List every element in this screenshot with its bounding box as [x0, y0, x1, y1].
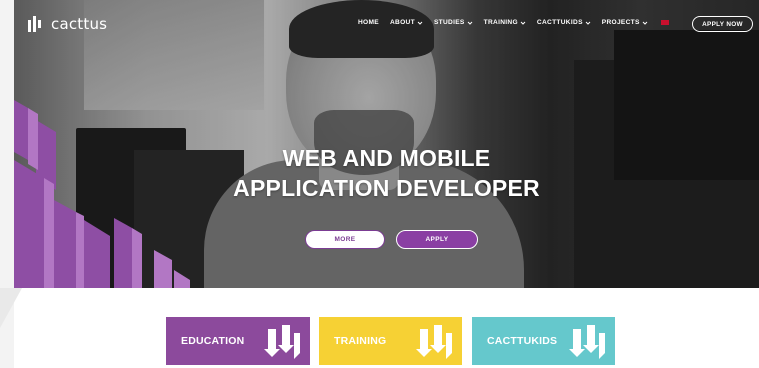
tile-cacttukids[interactable]: CACTTUKIDS	[472, 317, 615, 365]
nav-training-label: TRAINING	[483, 19, 518, 26]
nav-home-label: HOME	[358, 19, 379, 26]
tile-cacttukids-label: CACTTUKIDS	[487, 335, 558, 347]
tile-education[interactable]: EDUCATION	[166, 317, 310, 365]
albanian-flag-icon[interactable]	[660, 20, 669, 25]
cacttus-arrows-icon	[569, 325, 605, 359]
chevron-down-icon	[642, 21, 648, 25]
main-menu: HOME ABOUT STUDIES TRAINING CACTTUKIDS P…	[358, 19, 669, 26]
top-navigation: cacttus HOME ABOUT STUDIES TRAINING CACT…	[14, 0, 759, 48]
nav-training[interactable]: TRAINING	[484, 19, 526, 26]
cacttus-arrows-icon	[264, 325, 300, 359]
tile-education-label: EDUCATION	[181, 335, 245, 347]
chevron-down-icon	[585, 21, 591, 25]
chevron-down-icon	[467, 21, 472, 25]
hero-banner: cacttus HOME ABOUT STUDIES TRAINING CACT…	[14, 0, 759, 288]
apply-button[interactable]: APPLY	[396, 230, 478, 249]
hero-title-line1: WEB AND MOBILE	[282, 145, 491, 171]
nav-about-label: ABOUT	[389, 19, 415, 26]
nav-cacttukids[interactable]: CACTTUKIDS	[537, 19, 591, 26]
tile-training[interactable]: TRAINING	[319, 317, 462, 365]
nav-studies-label: STUDIES	[433, 19, 465, 26]
chevron-down-icon	[520, 21, 526, 25]
nav-studies[interactable]: STUDIES	[434, 19, 473, 26]
page-left-wedge	[0, 288, 22, 328]
nav-projects[interactable]: PROJECTS	[602, 19, 648, 26]
nav-projects-label: PROJECTS	[601, 19, 640, 26]
cacttus-logo-icon	[28, 16, 41, 32]
more-button[interactable]: MORE	[305, 230, 385, 249]
cacttus-arrows-icon	[416, 325, 452, 359]
tile-training-label: TRAINING	[334, 335, 387, 347]
nav-cacttukids-label: CACTTUKIDS	[536, 19, 583, 26]
apply-now-button[interactable]: APPLY NOW	[692, 16, 753, 32]
chevron-down-icon	[417, 21, 423, 25]
nav-home[interactable]: HOME	[358, 19, 379, 26]
hero-title-line2: APPLICATION DEVELOPER	[233, 175, 540, 201]
cacttus-logo[interactable]: cacttus	[27, 14, 107, 34]
nav-about[interactable]: ABOUT	[390, 19, 423, 26]
logo-text: cacttus	[51, 15, 108, 33]
